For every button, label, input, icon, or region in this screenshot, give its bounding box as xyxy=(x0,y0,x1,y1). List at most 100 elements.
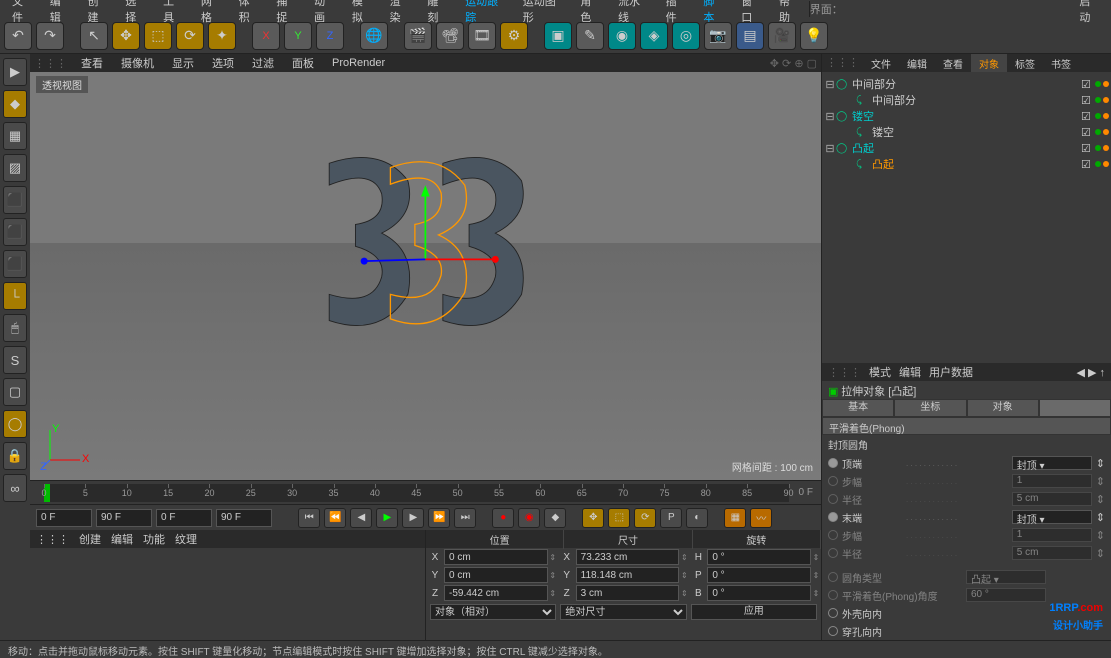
tree-item[interactable]: ⊟◯镂空☑ xyxy=(824,108,1109,124)
point-mode[interactable]: ⬛ xyxy=(3,186,27,214)
vis-toggle[interactable]: ☑ xyxy=(1081,110,1095,123)
vis-toggle[interactable]: ☑ xyxy=(1081,126,1095,139)
attr-tab-object[interactable]: 对象 xyxy=(967,399,1039,417)
rot-H[interactable]: 0 ° xyxy=(707,549,811,565)
axis-y-toggle[interactable]: Y xyxy=(284,22,312,50)
anim-fcurve[interactable]: 〰 xyxy=(750,508,772,528)
axis-x-toggle[interactable]: X xyxy=(252,22,280,50)
render-settings[interactable]: ⚙ xyxy=(500,22,528,50)
size-X[interactable]: 73.233 cm xyxy=(576,549,680,565)
key-param[interactable]: P xyxy=(660,508,682,528)
add-floor[interactable]: ▤ xyxy=(736,22,764,50)
object-name[interactable]: 镂空 xyxy=(850,108,1081,124)
add-generator[interactable]: ◉ xyxy=(608,22,636,50)
range-start[interactable] xyxy=(36,509,92,527)
mat-create[interactable]: 创建 xyxy=(79,531,101,547)
attr-value[interactable]: 60 ° xyxy=(966,588,1046,602)
select-tool[interactable]: ↖ xyxy=(80,22,108,50)
radio-button[interactable] xyxy=(828,548,838,558)
attr-value[interactable]: 1 xyxy=(1012,474,1092,488)
prev-frame[interactable]: ◀ xyxy=(350,508,372,528)
pos-Y[interactable]: 0 cm xyxy=(444,567,548,583)
render-region[interactable]: 🎞 xyxy=(468,22,496,50)
viewport-3d[interactable]: 透视视图 xyxy=(30,72,821,480)
attr-value[interactable]: 1 xyxy=(1012,528,1092,542)
rotate-tool[interactable]: ⟳ xyxy=(176,22,204,50)
add-spline[interactable]: ✎ xyxy=(576,22,604,50)
radio-button[interactable] xyxy=(828,572,838,582)
autokey-button[interactable]: ◉ xyxy=(518,508,540,528)
attr-value[interactable]: 5 cm xyxy=(1012,546,1092,560)
attr-value[interactable]: 封顶 ▾ xyxy=(1012,510,1092,524)
redo-button[interactable]: ↷ xyxy=(36,22,64,50)
lock-toggle[interactable]: 🔒 xyxy=(3,442,27,470)
attr-tab-basic[interactable]: 基本 xyxy=(822,399,894,417)
attr-value[interactable]: 封顶 ▾ xyxy=(1012,456,1092,470)
axis-mode[interactable]: └ xyxy=(3,282,27,310)
pos-X[interactable]: 0 cm xyxy=(444,549,548,565)
key-pos[interactable]: ✥ xyxy=(582,508,604,528)
tree-item[interactable]: ⊟◯中间部分☑ xyxy=(824,76,1109,92)
radio-button[interactable] xyxy=(828,494,838,504)
tree-item[interactable]: ⊟◯凸起☑ xyxy=(824,140,1109,156)
render-pv[interactable]: 📽 xyxy=(436,22,464,50)
size-Y[interactable]: 118.148 cm xyxy=(576,567,680,583)
attr-userdata[interactable]: 用户数据 xyxy=(929,364,973,380)
object-name[interactable]: 中间部分 xyxy=(850,76,1081,92)
tree-item[interactable]: ⤹镂空☑ xyxy=(824,124,1109,140)
layout-dropdown[interactable]: 启动 xyxy=(1071,0,1107,26)
rot-B[interactable]: 0 ° xyxy=(707,585,811,601)
mat-edit[interactable]: 编辑 xyxy=(111,531,133,547)
expand-icon[interactable]: ⊟ xyxy=(824,78,836,91)
snap-toggle[interactable]: S xyxy=(3,346,27,374)
next-key[interactable]: ⏩ xyxy=(428,508,450,528)
axis-z-toggle[interactable]: Z xyxy=(316,22,344,50)
radio-button[interactable] xyxy=(828,530,838,540)
coord-mode-dropdown[interactable]: 对象（相对） xyxy=(430,604,556,620)
scale-tool[interactable]: ⬚ xyxy=(144,22,172,50)
attr-tab-coord[interactable]: 坐标 xyxy=(894,399,966,417)
om-tab-object[interactable]: 对象 xyxy=(971,54,1007,72)
model-mode[interactable]: ◆ xyxy=(3,90,27,118)
add-deformer[interactable]: ◈ xyxy=(640,22,668,50)
add-light[interactable]: 💡 xyxy=(800,22,828,50)
expand-icon[interactable]: ⊟ xyxy=(824,110,836,123)
tree-item[interactable]: ⤹中间部分☑ xyxy=(824,92,1109,108)
pos-Z[interactable]: -59.442 cm xyxy=(444,585,548,601)
goto-start[interactable]: ⏮ xyxy=(298,508,320,528)
om-tab-bookmarks[interactable]: 书签 xyxy=(1043,54,1079,72)
attr-sub-phong[interactable]: 平滑着色(Phong) xyxy=(822,417,1111,435)
soft-select[interactable]: ◯ xyxy=(3,410,27,438)
vis-toggle[interactable]: ☑ xyxy=(1081,78,1095,91)
texture-mode[interactable]: ▦ xyxy=(3,122,27,150)
move-tool[interactable]: ✥ xyxy=(112,22,140,50)
object-name[interactable]: 凸起 xyxy=(870,156,1081,172)
attr-mode[interactable]: 模式 xyxy=(869,364,891,380)
tree-item[interactable]: ⤹凸起☑ xyxy=(824,156,1109,172)
keyframe-sel[interactable]: ◆ xyxy=(544,508,566,528)
add-environment[interactable]: ◎ xyxy=(672,22,700,50)
vp-camera[interactable]: 摄像机 xyxy=(117,55,158,71)
vis-toggle[interactable]: ☑ xyxy=(1081,142,1095,155)
range-end[interactable] xyxy=(96,509,152,527)
object-tree[interactable]: ⊟◯中间部分☑⤹中间部分☑⊟◯镂空☑⤹镂空☑⊟◯凸起☑⤹凸起☑ xyxy=(822,72,1111,363)
anim-dope[interactable]: ▦ xyxy=(724,508,746,528)
vp-controls-icon[interactable]: ✥ ⟳ ⊕ ▢ xyxy=(770,57,817,70)
current-start[interactable] xyxy=(156,509,212,527)
object-name[interactable]: 凸起 xyxy=(850,140,1081,156)
poly-mode[interactable]: ⬛ xyxy=(3,250,27,278)
next-frame[interactable]: ▶ xyxy=(402,508,424,528)
expand-icon[interactable]: ⊟ xyxy=(824,142,836,155)
add-camobj[interactable]: 🎥 xyxy=(768,22,796,50)
last-tool[interactable]: ✦ xyxy=(208,22,236,50)
mat-texture[interactable]: 纹理 xyxy=(175,531,197,547)
timeline-ruler[interactable]: 051015202530354045505560657075808590 0 F xyxy=(30,480,821,504)
mat-func[interactable]: 功能 xyxy=(143,531,165,547)
vp-panel[interactable]: 面板 xyxy=(288,55,318,71)
key-pla[interactable]: ◐ xyxy=(686,508,708,528)
vp-filter[interactable]: 过滤 xyxy=(248,55,278,71)
current-end[interactable] xyxy=(216,509,272,527)
size-mode-dropdown[interactable]: 绝对尺寸 xyxy=(560,604,686,620)
vp-prorender[interactable]: ProRender xyxy=(328,57,389,69)
make-editable[interactable]: ▶ xyxy=(3,58,27,86)
